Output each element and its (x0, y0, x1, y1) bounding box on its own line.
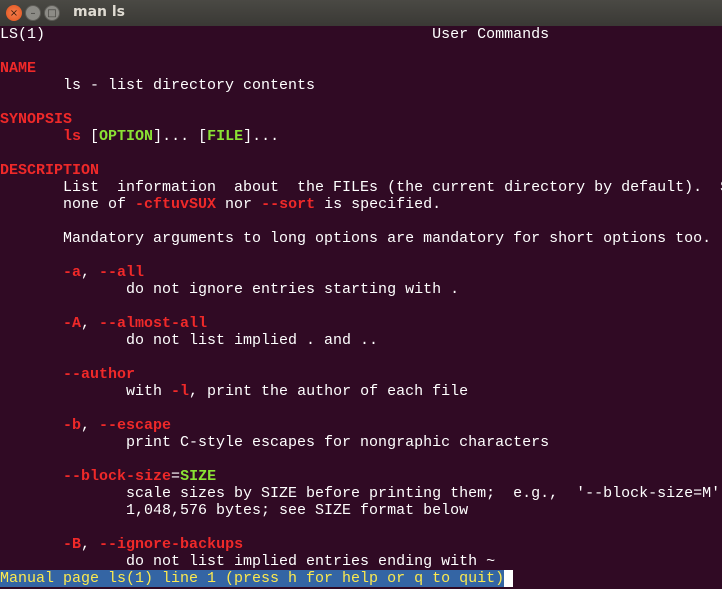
terminal-line: -a, --all (0, 264, 722, 281)
man-text: [ (81, 128, 100, 145)
maximize-icon: □ (47, 7, 57, 19)
man-text: is specified. (315, 196, 442, 213)
man-bold-text: --all (99, 264, 145, 281)
man-text: , (81, 315, 100, 332)
pager-status-line: Manual page ls(1) line 1 (press h for he… (0, 570, 722, 587)
man-bold-text: ls (63, 128, 82, 145)
man-bold-text: DESCRIPTION (0, 162, 100, 179)
terminal-line: ls - list directory contents (0, 77, 722, 94)
terminal-line: --block-size=SIZE (0, 468, 722, 485)
man-text: 1,048,576 bytes; see SIZE format below (0, 502, 469, 519)
terminal-line: with -l, print the author of each file (0, 383, 722, 400)
terminal-line: SYNOPSIS (0, 111, 722, 128)
man-bold-text: --sort (261, 196, 316, 213)
terminal-line: print C-style escapes for nongraphic cha… (0, 434, 722, 451)
man-argument-text: FILE (207, 128, 244, 145)
terminal-line: Mandatory arguments to long options are … (0, 230, 722, 247)
man-text: ls - list directory contents (0, 77, 316, 94)
man-text: LS(1) User Commands (0, 26, 550, 43)
close-icon: × (9, 7, 19, 19)
man-bold-text: SYNOPSIS (0, 111, 73, 128)
minimize-icon: – (30, 7, 36, 19)
maximize-button[interactable]: □ (44, 5, 60, 21)
terminal-line: -b, --escape (0, 417, 722, 434)
terminal-line: 1,048,576 bytes; see SIZE format below (0, 502, 722, 519)
man-text: , (81, 264, 100, 281)
man-bold-text: -b (63, 417, 82, 434)
cursor (504, 570, 514, 587)
terminal-line: do not list implied entries ending with … (0, 553, 722, 570)
terminal-line: List information about the FILEs (the cu… (0, 179, 722, 196)
man-text: do not list implied . and .. (0, 332, 379, 349)
minimize-button[interactable]: – (25, 5, 41, 21)
terminal-line: --author (0, 366, 722, 383)
man-text: ]... (243, 128, 280, 145)
man-bold-text: NAME (0, 60, 37, 77)
man-text (0, 128, 63, 145)
man-text: Mandatory arguments to long options are … (0, 230, 712, 247)
terminal-line: -A, --almost-all (0, 315, 722, 332)
man-bold-text: -l (171, 383, 190, 400)
terminal-line: DESCRIPTION (0, 162, 722, 179)
terminal-line: do not ignore entries starting with . (0, 281, 722, 298)
man-text: , print the author of each file (189, 383, 469, 400)
man-text: nor (216, 196, 262, 213)
man-argument-text: SIZE (180, 468, 217, 485)
close-button[interactable]: × (6, 5, 22, 21)
terminal-line: ls [OPTION]... [FILE]... (0, 128, 722, 145)
man-bold-text: -A (63, 315, 82, 332)
terminal-line: scale sizes by SIZE before printing them… (0, 485, 722, 502)
terminal-line: do not list implied . and .. (0, 332, 722, 349)
man-text: none of (0, 196, 136, 213)
man-text (0, 366, 63, 383)
man-text (0, 264, 63, 281)
man-text (0, 468, 63, 485)
man-bold-text: -a (63, 264, 82, 281)
man-text: print C-style escapes for nongraphic cha… (0, 434, 550, 451)
man-text: , (81, 536, 100, 553)
man-bold-text: -cftuvSUX (135, 196, 217, 213)
man-argument-text: OPTION (99, 128, 154, 145)
man-text: , (81, 417, 100, 434)
terminal-line: -B, --ignore-backups (0, 536, 722, 553)
man-bold-text: --almost-all (99, 315, 208, 332)
man-text (0, 536, 63, 553)
terminal-line: none of -cftuvSUX nor --sort is specifie… (0, 196, 722, 213)
man-bold-text: --escape (99, 417, 172, 434)
man-text: scale sizes by SIZE before printing them… (0, 485, 721, 502)
man-text: ]... [ (153, 128, 208, 145)
terminal-line: LS(1) User Commands (0, 26, 722, 43)
man-text: do not list implied entries ending with … (0, 553, 496, 570)
man-text (0, 417, 63, 434)
man-text: List information about the FILEs (the cu… (0, 179, 722, 196)
man-text: do not ignore entries starting with . (0, 281, 460, 298)
man-bold-text: --block-size (63, 468, 172, 485)
man-bold-text: --ignore-backups (99, 536, 244, 553)
man-bold-text: --author (63, 366, 136, 383)
window-titlebar: × – □ man ls (0, 0, 722, 26)
pager-status-text: Manual page ls(1) line 1 (press h for he… (0, 570, 505, 587)
window-title: man ls (73, 4, 126, 20)
man-text (0, 315, 63, 332)
man-text: with (0, 383, 172, 400)
man-text: = (171, 468, 181, 485)
terminal-output[interactable]: LS(1) User Commands NAME ls - list direct… (0, 26, 722, 589)
man-bold-text: -B (63, 536, 82, 553)
terminal-line: NAME (0, 60, 722, 77)
